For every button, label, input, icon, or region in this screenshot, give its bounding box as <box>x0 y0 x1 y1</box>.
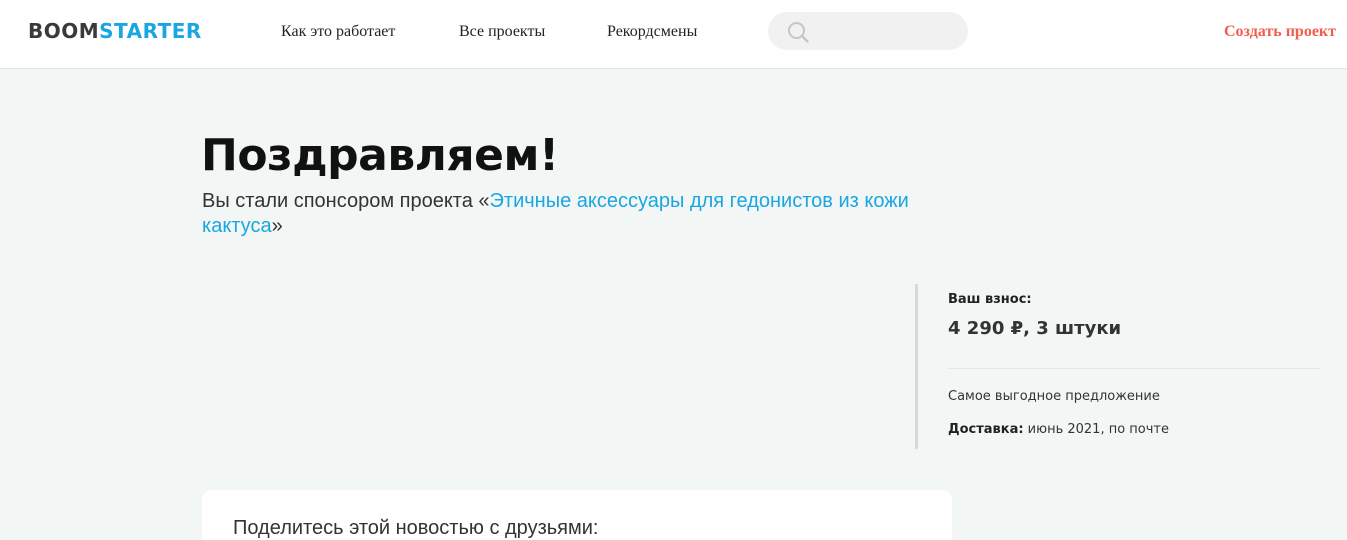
nav-record-holders[interactable]: Рекордсмены <box>607 22 697 42</box>
pledge-delivery: Доставка: июнь 2021, по почте <box>948 421 1169 439</box>
subtitle-suffix: » <box>271 215 283 237</box>
page-subtitle: Вы стали спонсором проекта «Этичные аксе… <box>202 189 932 239</box>
delivery-label: Доставка: <box>948 422 1024 437</box>
pledge-amount: 4 290 ₽, 3 штуки <box>948 318 1122 339</box>
subtitle-prefix: Вы стали спонсором проекта « <box>202 190 490 212</box>
delivery-value: июнь 2021, по почте <box>1023 422 1170 437</box>
pledge-offer: Самое выгодное предложение <box>948 389 1160 404</box>
pledge-summary: Ваш взнос: 4 290 ₽, 3 штуки Самое выгодн… <box>915 284 1320 449</box>
logo-part-boom: BOOM <box>28 19 100 43</box>
search-icon[interactable] <box>787 21 809 43</box>
boomstarter-logo[interactable]: BOOM STARTER <box>28 19 202 43</box>
search-input[interactable] <box>816 12 956 50</box>
pledge-label: Ваш взнос: <box>948 292 1032 307</box>
share-card: Поделитесь этой новостью с друзьями: <box>202 490 952 540</box>
page-title: Поздравляем! <box>201 130 559 181</box>
share-title: Поделитесь этой новостью с друзьями: <box>233 517 599 539</box>
nav-how-it-works[interactable]: Как это работает <box>281 22 395 42</box>
nav-all-projects[interactable]: Все проекты <box>459 22 545 42</box>
create-project-link[interactable]: Создать проект <box>1224 22 1336 42</box>
pledge-divider <box>948 368 1320 369</box>
logo-part-starter: STARTER <box>99 19 202 43</box>
site-header: BOOM STARTER Как это работает Все проекты… <box>0 0 1347 69</box>
search-box[interactable] <box>768 12 968 50</box>
